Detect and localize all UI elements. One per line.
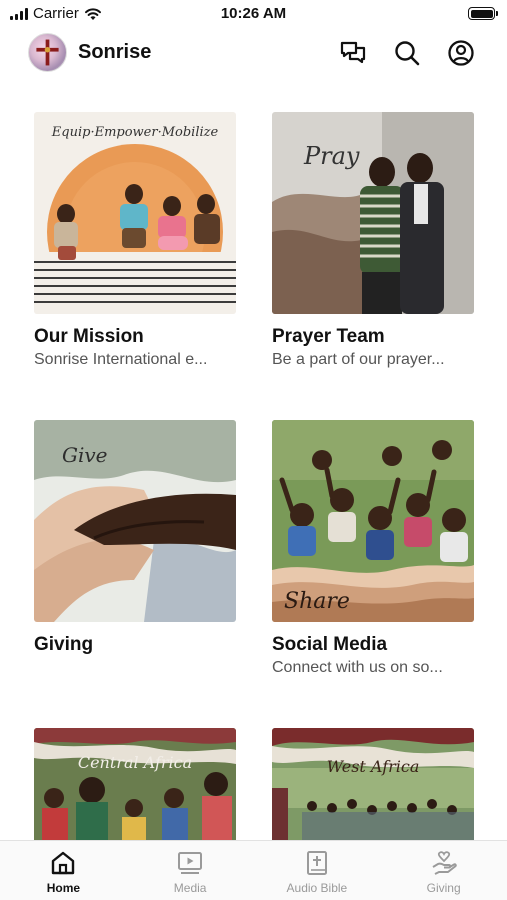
tab-label: Media [173,881,207,895]
app-header: Sonrise [0,32,507,74]
app-logo [28,33,67,72]
card-giving[interactable]: Give Giving [34,420,236,659]
card-image-script: Central Africa [78,753,192,772]
status-time: 10:26 AM [220,5,287,22]
tab-audio-bible[interactable]: Audio Bible [254,841,381,900]
battery-icon [468,7,498,20]
card-image: Give [34,420,236,622]
chat-bubbles-icon[interactable] [338,38,368,68]
card-image-script: Pray [303,142,360,170]
card-our-mission[interactable]: Equip·Empower·Mobilize Our Mission Sonri… [34,112,236,369]
card-image-script: Share [284,589,350,614]
card-prayer-team[interactable]: Pray Prayer Team Be a part of our prayer… [272,112,474,369]
search-icon[interactable] [392,38,422,68]
card-image: Share [272,420,474,622]
card-social-media[interactable]: Share Social Media Connect with us on so… [272,420,474,677]
card-image-script: Give [62,443,108,467]
media-icon [178,852,203,874]
card-image: Equip·Empower·Mobilize [34,112,236,314]
tab-label: Giving [426,881,461,895]
card-image: Pray [272,112,474,314]
account-icon[interactable] [446,38,476,68]
home-icon [52,851,75,875]
card-title: Social Media [272,634,388,655]
card-title: Giving [34,634,94,655]
tab-label: Audio Bible [286,881,348,895]
giving-hand-icon [432,851,457,875]
card-image-script: Equip·Empower·Mobilize [51,125,219,140]
card-subtitle: Sonrise International e... [34,351,208,368]
tab-giving[interactable]: Giving [380,841,507,900]
app-title: Sonrise [78,41,152,63]
tab-home[interactable]: Home [0,841,127,900]
card-title: Prayer Team [272,326,385,347]
card-subtitle: Connect with us on so... [272,659,443,676]
bible-icon [306,851,327,875]
card-title: Our Mission [34,326,144,347]
status-bar: Carrier 10:26 AM [0,0,507,28]
card-subtitle: Be a part of our prayer... [272,351,445,368]
tab-bar: Home Media Audio Bible Giving [0,840,507,900]
tab-label: Home [46,881,81,895]
card-image-script: West Africa [327,757,420,776]
tab-media[interactable]: Media [127,841,254,900]
